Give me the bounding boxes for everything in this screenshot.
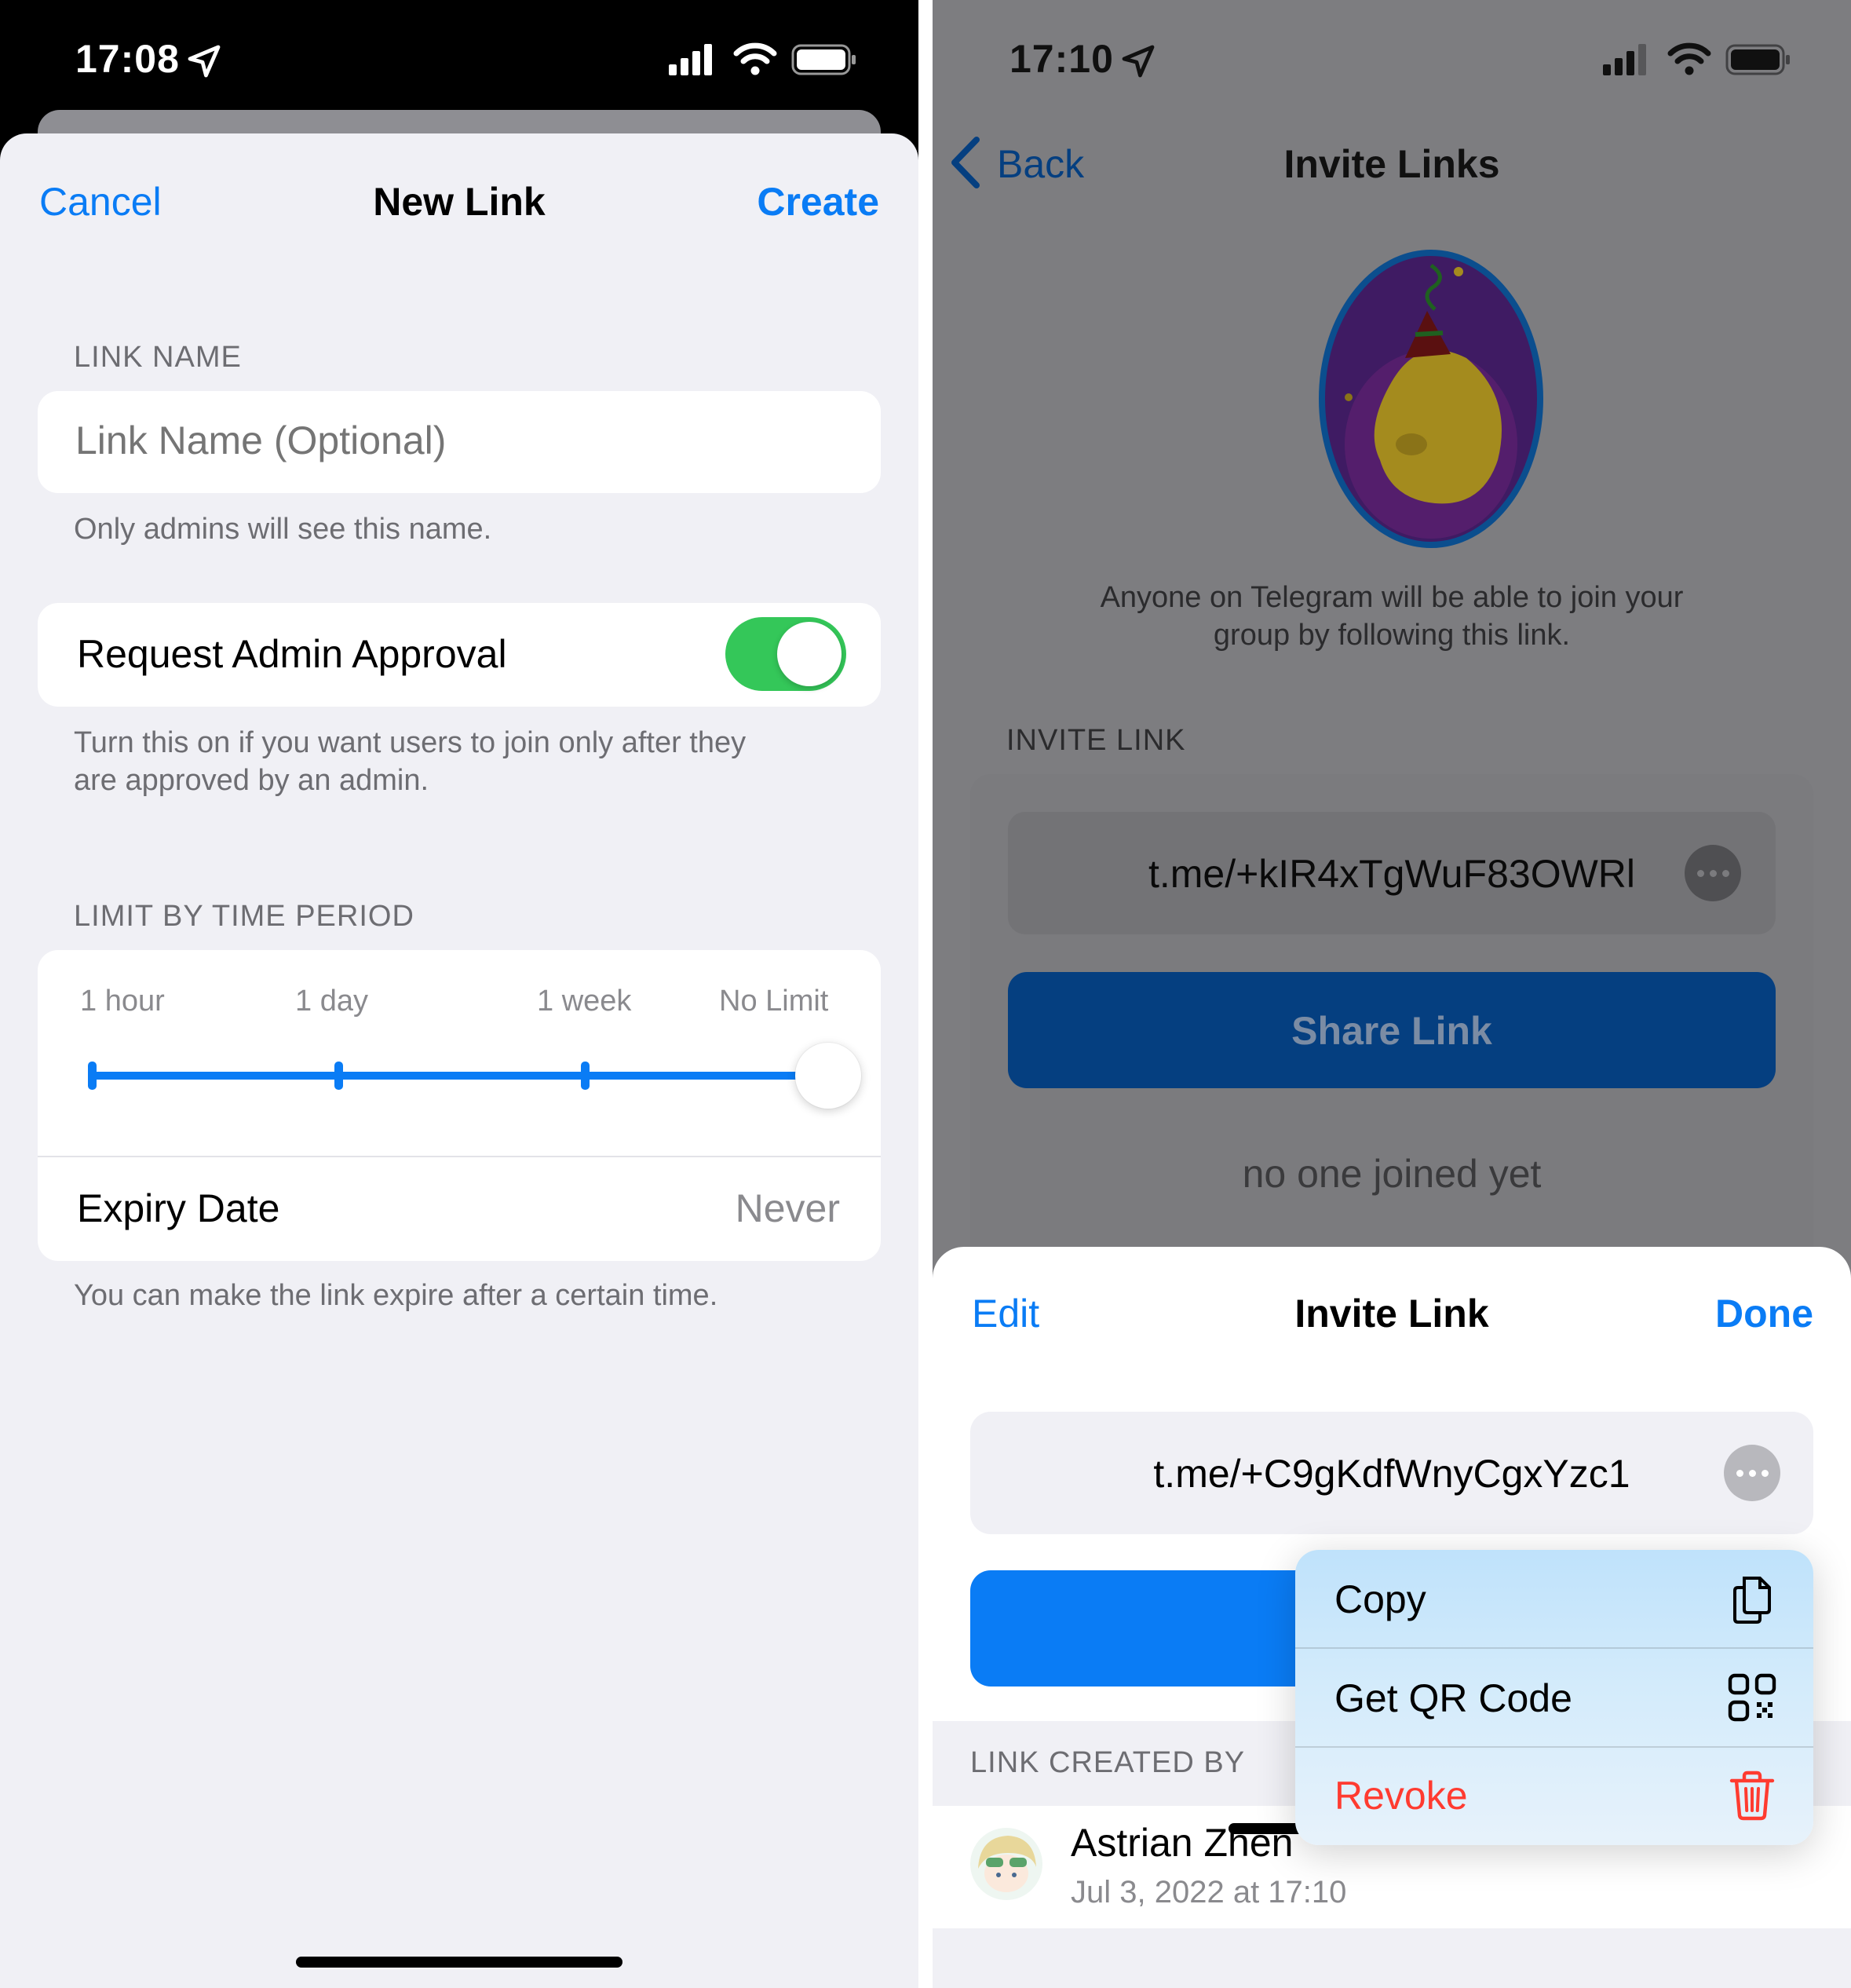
menu-label-qr: Get QR Code xyxy=(1334,1676,1572,1720)
more-options-icon[interactable] xyxy=(1685,845,1741,901)
share-link-button[interactable]: Share Link xyxy=(1008,972,1776,1088)
wifi-icon xyxy=(1667,42,1711,75)
cellular-signal-icon xyxy=(1603,42,1650,75)
section-label-invite-link: INVITE LINK xyxy=(1006,724,1186,757)
expiry-date-label: Expiry Date xyxy=(77,1186,280,1230)
status-time: 17:08 xyxy=(75,37,180,81)
toggle-knob xyxy=(777,622,842,686)
right-screen: 17:10 Back Invite Links Anyone on Telegr… xyxy=(933,0,1851,1988)
link-name-footer: Only admins will see this name. xyxy=(74,513,492,546)
share-link-label: Share Link xyxy=(1291,1009,1492,1053)
left-screen: 17:08 Cancel New Link Create LINK NAME O… xyxy=(0,0,918,1988)
menu-label-copy: Copy xyxy=(1334,1577,1426,1621)
section-label-time-limit: LIMIT BY TIME PERIOD xyxy=(74,900,414,933)
approval-footer-line2: are approved by an admin. xyxy=(74,764,429,797)
location-arrow-icon xyxy=(1122,45,1155,78)
joined-status: no one joined yet xyxy=(1242,1152,1542,1196)
done-button[interactable]: Done xyxy=(1715,1291,1813,1336)
slider-track xyxy=(88,1072,826,1080)
menu-item-copy[interactable]: Copy xyxy=(1295,1550,1813,1648)
primary-link-box[interactable]: t.me/+kIR4xTgWuF83OWRl xyxy=(1008,812,1776,934)
slider-thumb[interactable] xyxy=(795,1043,861,1109)
description-line1: Anyone on Telegram will be able to join … xyxy=(1100,581,1684,614)
copy-icon xyxy=(1733,1577,1771,1624)
battery-icon xyxy=(1725,44,1790,75)
time-limit-footer: You can make the link expire after a cer… xyxy=(74,1279,718,1312)
home-indicator xyxy=(296,1957,622,1968)
section-label-link-name: LINK NAME xyxy=(74,341,242,374)
sheet-link-box[interactable]: t.me/+C9gKdfWnyCgxYzc1 xyxy=(970,1412,1813,1534)
invite-link-card: t.me/+kIR4xTgWuF83OWRl Share Link no one… xyxy=(970,774,1813,1277)
duck-sticker-icon xyxy=(1319,250,1543,548)
tick-label-1-hour: 1 hour xyxy=(80,985,165,1018)
new-link-sheet: Cancel New Link Create LINK NAME Only ad… xyxy=(0,133,918,1988)
tick-label-1-day: 1 day xyxy=(295,985,368,1018)
description-line2: group by following this link. xyxy=(1213,619,1571,652)
wifi-icon xyxy=(733,42,777,75)
qr-code-icon xyxy=(1728,1673,1776,1722)
slider-tick xyxy=(581,1062,590,1090)
tick-label-no-limit: No Limit xyxy=(719,985,829,1018)
battery-icon xyxy=(791,44,856,75)
sheet-title: Invite Link xyxy=(1294,1292,1489,1336)
approval-card: Request Admin Approval xyxy=(38,603,881,707)
time-period-slider[interactable] xyxy=(88,1043,861,1109)
section-label-created-by: LINK CREATED BY xyxy=(970,1746,1246,1779)
slider-tick xyxy=(334,1062,343,1090)
created-at: Jul 3, 2022 at 17:10 xyxy=(1071,1875,1347,1909)
link-name-input[interactable] xyxy=(75,418,829,463)
trash-icon xyxy=(1729,1771,1775,1821)
link-context-menu: Copy Get QR Code Revoke xyxy=(1295,1550,1813,1845)
menu-item-revoke[interactable]: Revoke xyxy=(1295,1748,1813,1845)
primary-link-text: t.me/+kIR4xTgWuF83OWRl xyxy=(1148,852,1636,896)
nav-title: Invite Links xyxy=(1283,142,1500,186)
menu-label-revoke: Revoke xyxy=(1334,1774,1468,1818)
time-limit-card: 1 hour 1 day 1 week No Limit Expiry Date… xyxy=(38,950,881,1261)
link-name-card xyxy=(38,391,881,493)
slider-tick xyxy=(88,1062,97,1090)
menu-item-qr-code[interactable]: Get QR Code xyxy=(1295,1649,1813,1747)
expiry-date-value: Never xyxy=(735,1186,840,1230)
expiry-date-row[interactable]: Expiry Date Never xyxy=(38,1157,881,1261)
status-time: 17:10 xyxy=(1009,37,1114,81)
location-arrow-icon xyxy=(188,45,221,78)
admin-approval-toggle[interactable] xyxy=(725,617,846,691)
cellular-signal-icon xyxy=(669,42,716,75)
more-options-icon[interactable] xyxy=(1724,1445,1780,1501)
tick-label-1-week: 1 week xyxy=(537,985,632,1018)
avatar xyxy=(970,1828,1042,1900)
approval-label: Request Admin Approval xyxy=(77,632,507,676)
approval-footer-line1: Turn this on if you want users to join o… xyxy=(74,726,747,759)
create-button[interactable]: Create xyxy=(757,179,879,225)
sheet-link-text: t.me/+C9gKdfWnyCgxYzc1 xyxy=(1153,1452,1630,1496)
